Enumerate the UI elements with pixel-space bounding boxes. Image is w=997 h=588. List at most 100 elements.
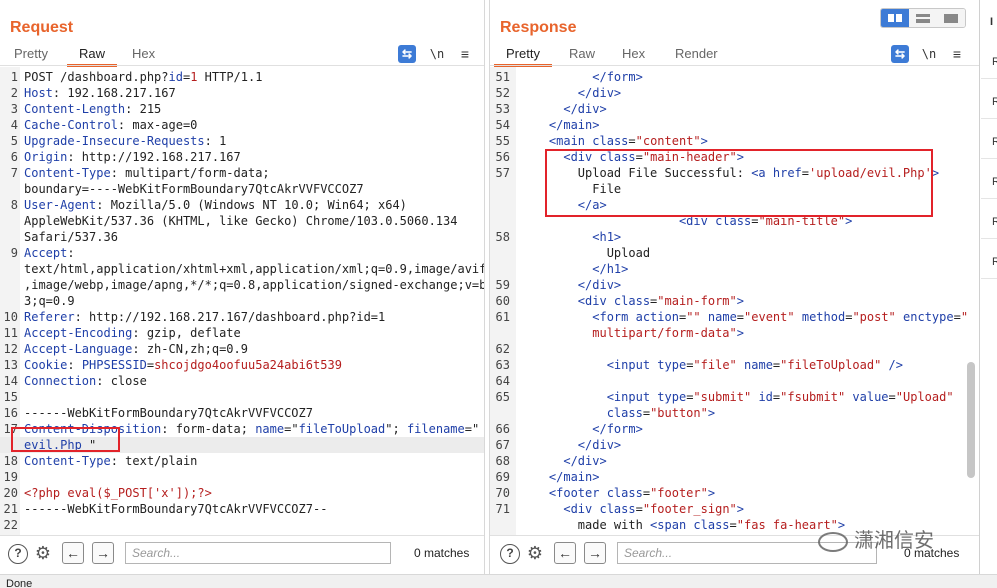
newline-toggle-icon[interactable]: \n	[920, 45, 938, 63]
code-token: 3;q=0.9	[24, 294, 75, 308]
inspector-tab[interactable]: I	[990, 16, 993, 28]
line-content: Cookie: PHPSESSID=shcojdgo4oofuu5a24abi6…	[24, 357, 342, 373]
line-number: 6	[10, 150, 18, 164]
code-token: =	[736, 310, 745, 324]
code-token: class	[599, 502, 636, 516]
side-item[interactable]: R	[992, 56, 997, 68]
layout-stacked-icon[interactable]	[909, 9, 937, 27]
layout-side-by-side-icon[interactable]	[881, 9, 909, 27]
code-token: <a	[751, 166, 773, 180]
gear-icon[interactable]: ⚙	[524, 542, 546, 564]
menu-icon[interactable]: ≡	[456, 45, 474, 63]
wechat-logo-icon	[818, 531, 848, 552]
prev-match-button[interactable]: ←	[554, 542, 576, 564]
response-scrollbar[interactable]	[967, 362, 975, 478]
gear-icon[interactable]: ⚙	[32, 542, 54, 564]
code-token: ------WebKitFormBoundary7QtcAkrVVFVCCOZ7	[24, 406, 313, 420]
help-icon[interactable]: ?	[500, 544, 520, 564]
code-line: 21 ------WebKitFormBoundary7QtcAkrVVFVCCO…	[0, 501, 484, 517]
code-token: action	[635, 310, 679, 324]
code-token: : 1	[204, 134, 227, 148]
line-content: Upload	[520, 245, 650, 261]
line-number: 9	[10, 246, 18, 260]
request-search-input[interactable]: Search...	[125, 542, 391, 564]
request-tab-hex[interactable]: Hex	[132, 46, 155, 61]
line-content: evil.Php "	[24, 437, 96, 453]
code-token: Connection	[24, 374, 97, 388]
newline-toggle-icon[interactable]: \n	[428, 45, 446, 63]
code-token: </main>	[548, 470, 600, 484]
line-content: Referer: http://192.168.217.167/dashboar…	[24, 309, 385, 325]
line-content: <input type="file" name="fileToUpload" /…	[520, 357, 903, 373]
code-token: </div>	[577, 86, 622, 100]
layout-single-icon[interactable]	[937, 9, 965, 27]
line-number: 20	[3, 486, 18, 500]
code-token: "post"	[852, 310, 896, 324]
line-content: Connection: close	[24, 373, 147, 389]
code-line: 60 <div class="main-form">	[490, 293, 979, 309]
prev-match-button[interactable]: ←	[62, 542, 84, 564]
line-number: 56	[495, 150, 510, 164]
code-line: 10 Referer: http://192.168.217.167/dashbo…	[0, 309, 484, 325]
side-divider	[981, 158, 997, 159]
line-number: 1	[10, 70, 18, 84]
response-tab-render[interactable]: Render	[675, 46, 718, 61]
code-token: >	[736, 294, 744, 308]
line-content: <div class="main-title">	[520, 213, 852, 229]
line-content: text/html,application/xhtml+xml,applicat…	[24, 261, 484, 277]
line-number: 17	[3, 422, 18, 436]
request-editor[interactable]: 1 POST /dashboard.php?id=1 HTTP/1.1 2 Host:…	[0, 67, 484, 535]
line-content: multipart/form-data">	[520, 325, 744, 341]
next-match-button[interactable]: →	[584, 542, 606, 564]
response-editor[interactable]: 51 </form> 52 </div> 53 </div> 54 </main> 55…	[490, 67, 979, 535]
code-token: =	[642, 406, 651, 420]
line-number: 12	[3, 342, 18, 356]
line-content: </div>	[520, 85, 621, 101]
code-line: <div class="main-title">	[490, 213, 979, 229]
line-number: 13	[3, 358, 18, 372]
line-content: POST /dashboard.php?id=1 HTTP/1.1	[24, 69, 262, 85]
menu-icon[interactable]: ≡	[948, 45, 966, 63]
line-content: class="button">	[520, 405, 715, 421]
request-tab-raw[interactable]: Raw	[66, 46, 118, 67]
code-token: method	[801, 310, 846, 324]
side-item[interactable]: R	[992, 216, 997, 228]
response-tab-hex[interactable]: Hex	[622, 46, 645, 61]
code-line: 57 Upload File Successful: <a href='uplo…	[490, 165, 979, 181]
response-tab-pretty[interactable]: Pretty	[494, 46, 552, 67]
code-token: PHPSESSID	[81, 358, 147, 372]
line-number: 54	[495, 118, 510, 132]
watermark: 潇湘信安	[818, 524, 934, 553]
code-token: "main-header"	[642, 150, 737, 164]
code-line: 7 Content-Type: multipart/form-data;	[0, 165, 484, 181]
side-item[interactable]: R	[992, 136, 997, 148]
code-line: 11 Accept-Encoding: gzip, deflate	[0, 325, 484, 341]
help-icon[interactable]: ?	[8, 544, 28, 564]
code-line: 55 <main class="content">	[490, 133, 979, 149]
side-item[interactable]: R	[992, 96, 997, 108]
request-tab-pretty[interactable]: Pretty	[14, 46, 48, 61]
code-token: :	[67, 358, 82, 372]
wrap-lines-icon[interactable]: ⇆	[398, 45, 416, 63]
response-tab-divider	[490, 65, 979, 66]
code-token: >	[736, 502, 744, 516]
side-item[interactable]: R	[992, 256, 997, 268]
line-content: Content-Length: 215	[24, 101, 161, 117]
code-token: Host	[24, 86, 53, 100]
code-line: 8 User-Agent: Mozilla/5.0 (Windows NT 10.…	[0, 197, 484, 213]
line-content: Content-Disposition: form-data; name="fi…	[24, 421, 479, 437]
code-token: Content-Type	[24, 454, 111, 468]
code-token: Origin	[24, 150, 68, 164]
side-item[interactable]: R	[992, 176, 997, 188]
line-number: 22	[3, 518, 18, 532]
code-line: 62	[490, 341, 979, 357]
response-tab-raw[interactable]: Raw	[569, 46, 595, 61]
code-token: ""	[686, 310, 701, 324]
next-match-button[interactable]: →	[92, 542, 114, 564]
line-content: <footer class="footer">	[520, 485, 715, 501]
wrap-lines-icon[interactable]: ⇆	[891, 45, 909, 63]
